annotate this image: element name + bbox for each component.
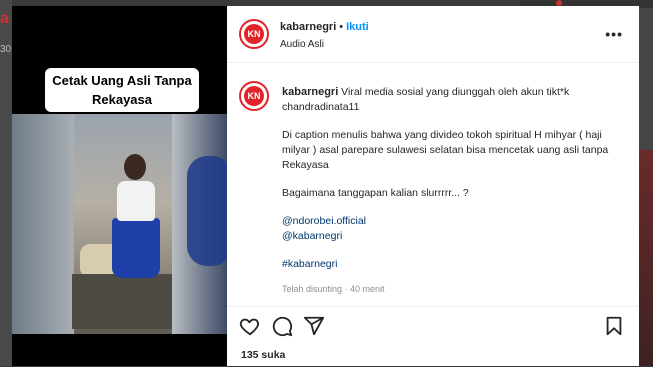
separator-dot: • (339, 21, 344, 33)
more-options-icon[interactable]: ••• (605, 26, 623, 42)
header-line: kabarnegri • Ikuti (280, 21, 369, 33)
caption-text: kabarnegri Viral media sosial yang diung… (282, 85, 612, 285)
comment-icon[interactable] (271, 315, 293, 337)
video-wall (12, 114, 74, 334)
caption-avatar-logo: KN (244, 86, 264, 106)
avatar-logo: KN (244, 24, 264, 44)
action-bar: 135 suka (227, 306, 639, 367)
audio-link[interactable]: Audio Asli (280, 39, 324, 50)
video-caption-overlay: Cetak Uang Asli Tanpa Rekayasa (45, 68, 199, 112)
video-blur (187, 156, 227, 266)
post-panel: KN kabarnegri • Ikuti Audio Asli ••• KN ka… (227, 6, 639, 366)
video-person-skirt (112, 218, 160, 278)
caption-username[interactable]: kabarnegri (282, 86, 338, 98)
background-image (639, 150, 653, 366)
post-header: KN kabarnegri • Ikuti Audio Asli ••• (227, 6, 639, 63)
follow-button[interactable]: Ikuti (346, 21, 369, 33)
caption-area: KN kabarnegri Viral media sosial yang di… (227, 63, 639, 298)
likes-count[interactable]: 135 suka (241, 349, 285, 361)
avatar[interactable]: KN (239, 19, 269, 49)
caption-line-3: Bagaimana tanggapan kalian slurrrrr... ? (282, 187, 469, 199)
background-text-fragment: 30 (0, 44, 12, 55)
video-machine (72, 274, 172, 329)
username-link[interactable]: kabarnegri (280, 21, 336, 33)
background-logo-fragment: a (0, 10, 9, 27)
caption-avatar[interactable]: KN (239, 81, 269, 111)
post-modal: Cetak Uang Asli Tanpa Rekayasa KN kabarn… (12, 6, 639, 366)
video-person-head (124, 154, 146, 180)
mention-link[interactable]: @ndorobei.official (282, 215, 366, 227)
share-icon[interactable] (303, 315, 325, 337)
heart-icon[interactable] (239, 315, 261, 337)
caption-line-2: Di caption menulis bahwa yang divideo to… (282, 129, 609, 171)
hashtag-link[interactable]: #kabarnegri (282, 258, 337, 270)
mention-link[interactable]: @kabarnegri (282, 230, 342, 242)
post-media[interactable]: Cetak Uang Asli Tanpa Rekayasa (12, 6, 227, 366)
bookmark-icon[interactable] (603, 315, 625, 337)
video-person (117, 181, 155, 221)
post-timestamp: Telah disunting · 40 menit (282, 284, 385, 294)
